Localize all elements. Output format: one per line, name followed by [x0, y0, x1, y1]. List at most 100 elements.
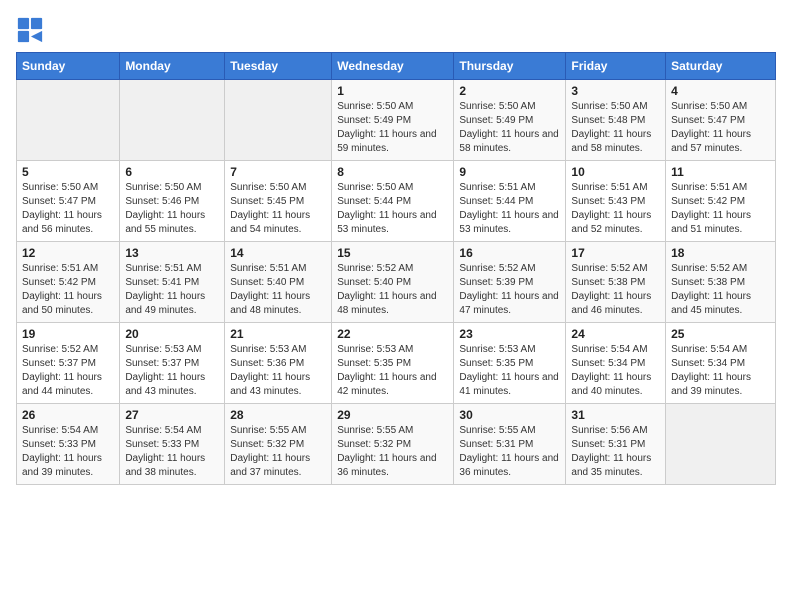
calendar-cell: 12 Sunrise: 5:51 AM Sunset: 5:42 PM Dayli…: [17, 242, 120, 323]
day-info: Sunrise: 5:56 AM Sunset: 5:31 PM Dayligh…: [571, 424, 660, 480]
calendar-row-2: 12 Sunrise: 5:51 AM Sunset: 5:42 PM Dayli…: [17, 242, 776, 323]
day-number: 28: [230, 408, 326, 422]
logo-icon: [16, 16, 44, 44]
calendar-cell: 6 Sunrise: 5:50 AM Sunset: 5:46 PM Daylig…: [120, 161, 225, 242]
day-number: 19: [22, 327, 114, 341]
day-info: Sunrise: 5:53 AM Sunset: 5:35 PM Dayligh…: [459, 343, 560, 399]
day-info: Sunrise: 5:51 AM Sunset: 5:44 PM Dayligh…: [459, 181, 560, 237]
calendar-row-1: 5 Sunrise: 5:50 AM Sunset: 5:47 PM Daylig…: [17, 161, 776, 242]
day-number: 24: [571, 327, 660, 341]
day-number: 8: [337, 165, 448, 179]
calendar-cell: 4Sunrise: 5:50 AM Sunset: 5:47 PM Daylig…: [666, 80, 776, 161]
day-info: Sunrise: 5:55 AM Sunset: 5:32 PM Dayligh…: [337, 424, 448, 480]
calendar-row-4: 26 Sunrise: 5:54 AM Sunset: 5:33 PM Dayli…: [17, 404, 776, 485]
calendar-cell: 26 Sunrise: 5:54 AM Sunset: 5:33 PM Dayli…: [17, 404, 120, 485]
day-number: 29: [337, 408, 448, 422]
day-number: 22: [337, 327, 448, 341]
calendar-cell: 9Sunrise: 5:51 AM Sunset: 5:44 PM Daylig…: [454, 161, 566, 242]
day-info: Sunrise: 5:50 AM Sunset: 5:47 PM Dayligh…: [671, 100, 770, 156]
day-info: Sunrise: 5:51 AM Sunset: 5:43 PM Dayligh…: [571, 181, 660, 237]
day-info: Sunrise: 5:51 AM Sunset: 5:41 PM Dayligh…: [125, 262, 219, 318]
day-info: Sunrise: 5:50 AM Sunset: 5:49 PM Dayligh…: [337, 100, 448, 156]
day-info: Sunrise: 5:52 AM Sunset: 5:40 PM Dayligh…: [337, 262, 448, 318]
day-info: Sunrise: 5:52 AM Sunset: 5:38 PM Dayligh…: [571, 262, 660, 318]
day-info: Sunrise: 5:54 AM Sunset: 5:34 PM Dayligh…: [571, 343, 660, 399]
calendar-cell: 1 Sunrise: 5:50 AM Sunset: 5:49 PM Daylig…: [332, 80, 454, 161]
day-info: Sunrise: 5:54 AM Sunset: 5:33 PM Dayligh…: [125, 424, 219, 480]
header-cell-monday: Monday: [120, 53, 225, 80]
day-number: 17: [571, 246, 660, 260]
day-info: Sunrise: 5:50 AM Sunset: 5:48 PM Dayligh…: [571, 100, 660, 156]
day-number: 15: [337, 246, 448, 260]
calendar-cell: 5 Sunrise: 5:50 AM Sunset: 5:47 PM Daylig…: [17, 161, 120, 242]
day-info: Sunrise: 5:52 AM Sunset: 5:38 PM Dayligh…: [671, 262, 770, 318]
day-info: Sunrise: 5:54 AM Sunset: 5:34 PM Dayligh…: [671, 343, 770, 399]
calendar-cell: 29 Sunrise: 5:55 AM Sunset: 5:32 PM Dayli…: [332, 404, 454, 485]
calendar-cell: [120, 80, 225, 161]
day-info: Sunrise: 5:52 AM Sunset: 5:37 PM Dayligh…: [22, 343, 114, 399]
calendar-cell: 19 Sunrise: 5:52 AM Sunset: 5:37 PM Dayli…: [17, 323, 120, 404]
calendar-cell: 30 Sunrise: 5:55 AM Sunset: 5:31 PM Dayli…: [454, 404, 566, 485]
day-info: Sunrise: 5:50 AM Sunset: 5:45 PM Dayligh…: [230, 181, 326, 237]
day-info: Sunrise: 5:51 AM Sunset: 5:42 PM Dayligh…: [22, 262, 114, 318]
day-number: 26: [22, 408, 114, 422]
day-number: 13: [125, 246, 219, 260]
header-cell-wednesday: Wednesday: [332, 53, 454, 80]
header-cell-friday: Friday: [566, 53, 666, 80]
calendar-cell: 25 Sunrise: 5:54 AM Sunset: 5:34 PM Dayli…: [666, 323, 776, 404]
day-number: 5: [22, 165, 114, 179]
day-info: Sunrise: 5:53 AM Sunset: 5:37 PM Dayligh…: [125, 343, 219, 399]
calendar-cell: 17 Sunrise: 5:52 AM Sunset: 5:38 PM Dayli…: [566, 242, 666, 323]
day-number: 21: [230, 327, 326, 341]
day-number: 3: [571, 84, 660, 98]
header-cell-tuesday: Tuesday: [225, 53, 332, 80]
day-number: 2: [459, 84, 560, 98]
header-cell-saturday: Saturday: [666, 53, 776, 80]
calendar-cell: 3 Sunrise: 5:50 AM Sunset: 5:48 PM Daylig…: [566, 80, 666, 161]
day-number: 25: [671, 327, 770, 341]
calendar-row-3: 19 Sunrise: 5:52 AM Sunset: 5:37 PM Dayli…: [17, 323, 776, 404]
logo: [16, 16, 48, 44]
calendar-cell: [17, 80, 120, 161]
calendar-cell: 2 Sunrise: 5:50 AM Sunset: 5:49 PM Daylig…: [454, 80, 566, 161]
day-info: Sunrise: 5:52 AM Sunset: 5:39 PM Dayligh…: [459, 262, 560, 318]
calendar-cell: 8Sunrise: 5:50 AM Sunset: 5:44 PM Daylig…: [332, 161, 454, 242]
day-info: Sunrise: 5:50 AM Sunset: 5:46 PM Dayligh…: [125, 181, 219, 237]
calendar-cell: 18 Sunrise: 5:52 AM Sunset: 5:38 PM Dayli…: [666, 242, 776, 323]
day-number: 1: [337, 84, 448, 98]
calendar-cell: 7 Sunrise: 5:50 AM Sunset: 5:45 PM Daylig…: [225, 161, 332, 242]
day-number: 6: [125, 165, 219, 179]
day-number: 7: [230, 165, 326, 179]
day-number: 20: [125, 327, 219, 341]
day-info: Sunrise: 5:51 AM Sunset: 5:42 PM Dayligh…: [671, 181, 770, 237]
calendar-cell: 13 Sunrise: 5:51 AM Sunset: 5:41 PM Dayli…: [120, 242, 225, 323]
day-number: 30: [459, 408, 560, 422]
calendar-cell: 10 Sunrise: 5:51 AM Sunset: 5:43 PM Dayli…: [566, 161, 666, 242]
calendar-table: SundayMondayTuesdayWednesdayThursdayFrid…: [16, 52, 776, 485]
calendar-cell: 27 Sunrise: 5:54 AM Sunset: 5:33 PM Dayli…: [120, 404, 225, 485]
day-number: 18: [671, 246, 770, 260]
day-info: Sunrise: 5:55 AM Sunset: 5:31 PM Dayligh…: [459, 424, 560, 480]
day-number: 10: [571, 165, 660, 179]
calendar-cell: 14Sunrise: 5:51 AM Sunset: 5:40 PM Dayli…: [225, 242, 332, 323]
day-number: 31: [571, 408, 660, 422]
day-info: Sunrise: 5:53 AM Sunset: 5:36 PM Dayligh…: [230, 343, 326, 399]
calendar-cell: 28 Sunrise: 5:55 AM Sunset: 5:32 PM Dayli…: [225, 404, 332, 485]
calendar-cell: 11Sunrise: 5:51 AM Sunset: 5:42 PM Dayli…: [666, 161, 776, 242]
day-info: Sunrise: 5:54 AM Sunset: 5:33 PM Dayligh…: [22, 424, 114, 480]
day-info: Sunrise: 5:50 AM Sunset: 5:49 PM Dayligh…: [459, 100, 560, 156]
header-row: SundayMondayTuesdayWednesdayThursdayFrid…: [17, 53, 776, 80]
day-number: 16: [459, 246, 560, 260]
day-info: Sunrise: 5:50 AM Sunset: 5:47 PM Dayligh…: [22, 181, 114, 237]
day-number: 27: [125, 408, 219, 422]
day-number: 23: [459, 327, 560, 341]
page-header: [16, 16, 776, 44]
calendar-cell: [666, 404, 776, 485]
header-cell-thursday: Thursday: [454, 53, 566, 80]
calendar-cell: 16 Sunrise: 5:52 AM Sunset: 5:39 PM Dayli…: [454, 242, 566, 323]
calendar-cell: 21 Sunrise: 5:53 AM Sunset: 5:36 PM Dayli…: [225, 323, 332, 404]
day-number: 12: [22, 246, 114, 260]
calendar-cell: 24 Sunrise: 5:54 AM Sunset: 5:34 PM Dayli…: [566, 323, 666, 404]
calendar-cell: 15 Sunrise: 5:52 AM Sunset: 5:40 PM Dayli…: [332, 242, 454, 323]
day-info: Sunrise: 5:55 AM Sunset: 5:32 PM Dayligh…: [230, 424, 326, 480]
